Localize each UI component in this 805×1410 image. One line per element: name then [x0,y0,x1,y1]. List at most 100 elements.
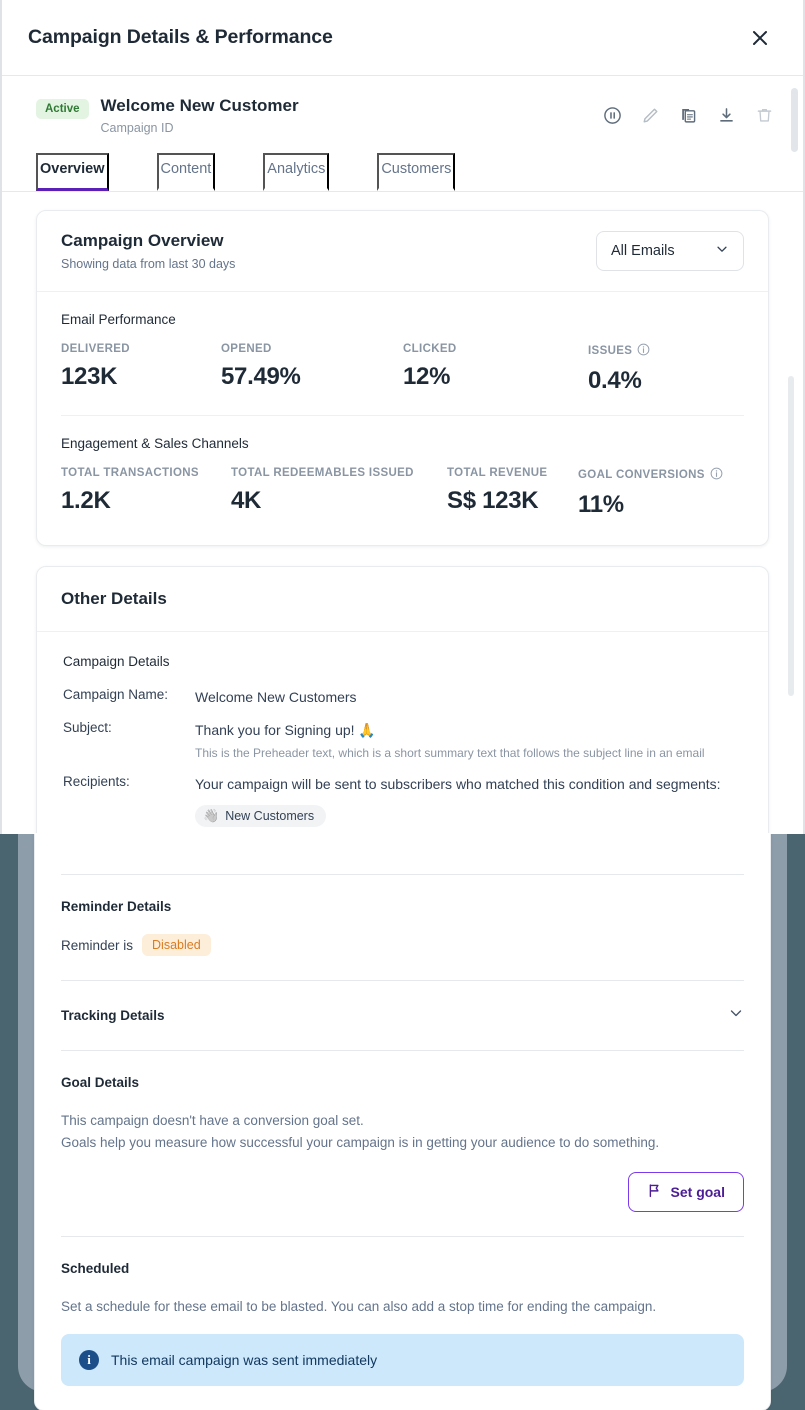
metric-label: TOTAL REDEEMABLES ISSUED [231,467,414,480]
scheduled-heading: Scheduled [61,1260,130,1276]
close-icon [751,29,769,47]
detail-row-campaign-name: Campaign Name: Welcome New Customers [63,687,742,707]
segment-chip-label: New Customers [225,808,315,823]
campaign-overview-card: Campaign Overview Showing data from last… [36,210,769,547]
scheduled-info-banner-text: This email campaign was sent immediately [111,1351,378,1368]
email-filter-select[interactable]: All Emails [596,231,744,272]
metric-value: 11% [578,491,624,519]
goal-details-heading: Goal Details [61,1075,140,1090]
metric-value: 4K [231,487,262,515]
tab-content[interactable]: Content [156,153,216,192]
duplicate-icon[interactable] [675,102,701,128]
campaign-overview-title: Campaign Overview [61,231,224,251]
campaign-identity: Active Welcome New Customer Campaign ID [36,96,299,135]
goal-details-section: Goal Details This campaign doesn't have … [61,1075,744,1212]
reminder-details-heading: Reminder Details [61,899,172,914]
campaign-action-toolbar [599,102,777,128]
other-details-body: Campaign Details Campaign Name: Welcome … [37,632,768,833]
set-goal-button[interactable]: Set goal [627,1171,744,1212]
campaign-overview-subtitle: Showing data from last 30 days [61,257,236,272]
flag-icon [647,1183,662,1201]
metric-value: 123K [61,363,118,391]
divider [61,980,744,981]
metric-label: OPENED [221,343,272,356]
set-goal-button-label: Set goal [670,1183,725,1200]
other-details-title: Other Details [61,589,167,609]
metric-label: ISSUES [588,345,633,358]
metric-label: DELIVERED [61,343,130,356]
segment-chip[interactable]: 👋 New Customers [195,804,327,827]
reminder-prefix-label: Reminder is [61,937,134,953]
campaign-details-modal: Campaign Details & Performance Active We… [0,0,805,834]
info-icon[interactable] [637,343,650,359]
scheduled-info-banner: i This email campaign was sent immediate… [61,1333,744,1386]
chevron-down-icon[interactable] [728,1005,744,1026]
divider [61,1050,744,1051]
tracking-details-section[interactable]: Tracking Details [61,1005,744,1026]
tab-overview[interactable]: Overview [36,153,109,192]
other-details-card: Other Details Campaign Details Campaign … [36,566,769,833]
metric-goal-conversions: GOAL CONVERSIONS 11% [578,467,723,519]
tab-customers[interactable]: Customers [377,153,456,192]
metric-value: 57.49% [221,363,301,391]
download-icon[interactable] [713,102,739,128]
modal-scrollbar-track[interactable] [791,86,798,786]
engagement-label: Engagement & Sales Channels [61,436,249,452]
goal-empty-line-2: Goals help you measure how successful yo… [61,1134,660,1150]
email-filter-selected-value: All Emails [611,243,675,260]
metric-label: TOTAL TRANSACTIONS [61,467,199,480]
tab-analytics[interactable]: Analytics [263,153,330,192]
edit-icon[interactable] [637,102,663,128]
reminder-status-line: Reminder is Disabled [61,934,744,956]
divider [61,874,744,875]
metric-value: 0.4% [588,367,642,395]
detail-key: Campaign Name: [63,687,169,703]
campaign-summary-bar: Active Welcome New Customer Campaign ID [2,76,803,135]
modal-scroll-body: Active Welcome New Customer Campaign ID [2,76,803,833]
reminder-details-section: Reminder Details Reminder is Disabled [61,899,744,956]
metric-total-redeemables-issued: TOTAL REDEEMABLES ISSUED 4K [231,467,447,519]
wave-hand-icon: 👋 [203,808,220,824]
metric-delivered: DELIVERED 123K [61,343,221,395]
campaign-id-label: Campaign ID [100,121,174,136]
detail-row-subject: Subject: Thank you for Signing up! 🙏 Thi… [63,720,742,763]
detail-value: Thank you for Signing up! 🙏 [195,721,376,738]
detail-row-recipients: Recipients: Your campaign will be sent t… [63,774,742,827]
tab-bar: Overview Content Analytics Customers [2,153,803,193]
info-icon[interactable] [710,467,723,483]
engagement-metrics: TOTAL TRANSACTIONS 1.2K TOTAL REDEEMABLE… [61,467,744,519]
delete-icon[interactable] [751,102,777,128]
metric-label: TOTAL REVENUE [447,467,548,480]
metric-issues: ISSUES 0.4% [588,343,650,395]
modal-scrollbar-thumb[interactable] [791,88,798,152]
pause-icon[interactable] [599,102,625,128]
detail-value: Your campaign will be sent to subscriber… [195,776,721,793]
metric-clicked: CLICKED 12% [403,343,588,395]
campaign-overview-header: Campaign Overview Showing data from last… [37,211,768,293]
metric-opened: OPENED 57.49% [221,343,403,395]
close-button[interactable] [743,21,777,55]
other-details-header: Other Details [37,567,768,633]
goal-action-row: Set goal [61,1171,744,1212]
other-details-overflow-region: Reminder Details Reminder is Disabled Tr… [0,834,805,1410]
tracking-details-heading: Tracking Details [61,1008,165,1023]
engagement-section: Engagement & Sales Channels TOTAL TRANSA… [37,416,768,545]
metric-total-transactions: TOTAL TRANSACTIONS 1.2K [61,467,231,519]
metric-value: S$ 123K [447,487,539,515]
email-performance-label: Email Performance [61,312,176,328]
campaign-details-heading: Campaign Details [63,654,170,670]
info-icon: i [79,1349,99,1370]
chevron-down-icon [715,242,729,260]
other-details-card-continued: Reminder Details Reminder is Disabled Tr… [34,834,771,1410]
scheduled-description: Set a schedule for these email to be bla… [61,1298,657,1314]
detail-key: Subject: [63,719,112,735]
preheader-text: This is the Preheader text, which is a s… [195,745,705,760]
metric-label: GOAL CONVERSIONS [578,469,705,482]
detail-key: Recipients: [63,774,130,790]
metric-total-revenue: TOTAL REVENUE S$ 123K [447,467,578,519]
campaign-name-title: Welcome New Customer [100,96,299,115]
metric-label: CLICKED [403,343,457,356]
email-performance-section: Email Performance DELIVERED 123K OPENED … [37,292,768,395]
scheduled-section: Scheduled Set a schedule for these email… [61,1261,744,1386]
email-performance-metrics: DELIVERED 123K OPENED 57.49% CLICKED 12%… [61,343,744,395]
